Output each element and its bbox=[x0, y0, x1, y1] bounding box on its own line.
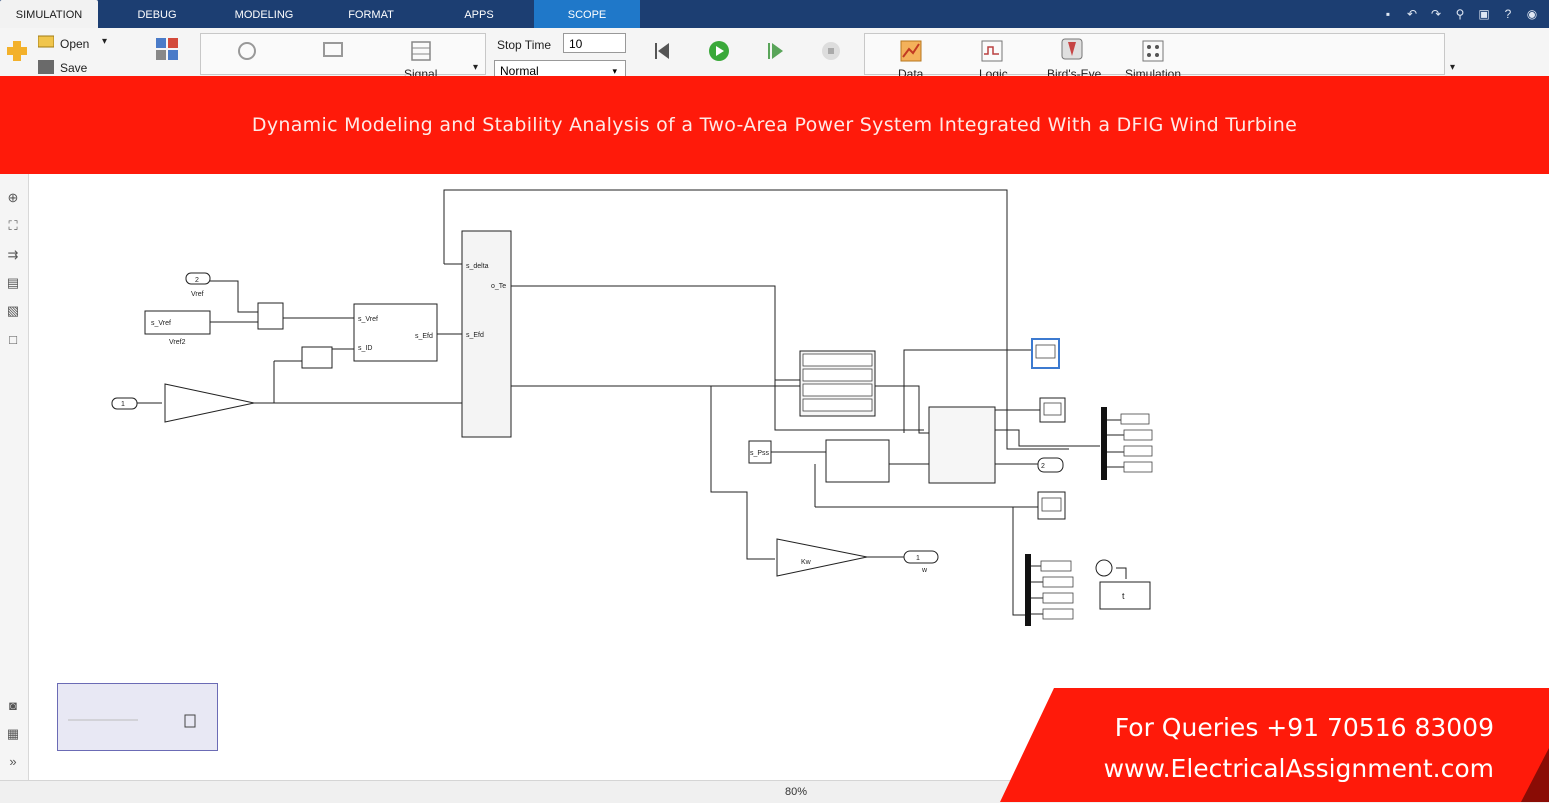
canvas-palette: ⊕ ⛶ ⇉ ▤ ▧ □ ◙ ▦ » bbox=[0, 174, 29, 782]
save-disk-icon[interactable] bbox=[38, 60, 54, 74]
step-back-icon[interactable] bbox=[653, 40, 675, 62]
arrows-icon[interactable]: ⇉ bbox=[5, 247, 21, 263]
options-icon[interactable]: ◉ bbox=[1523, 6, 1541, 22]
toolstrip: Open ▾ Save Signal ▾ Stop Time 10 Normal… bbox=[0, 28, 1549, 77]
area-icon[interactable]: □ bbox=[5, 332, 21, 348]
logic-analyzer-icon[interactable] bbox=[981, 40, 1003, 62]
undo-icon[interactable]: ↶ bbox=[1403, 6, 1421, 22]
tab-scope[interactable]: SCOPE bbox=[534, 0, 640, 28]
exciter-port-id: s_ID bbox=[358, 345, 372, 352]
gallery-more-icon[interactable]: ▾ bbox=[1450, 62, 1455, 73]
image-icon[interactable]: ▧ bbox=[5, 303, 21, 319]
contact-banner: For Queries +91 70516 83009 www.Electric… bbox=[1000, 688, 1549, 802]
step-forward-icon[interactable] bbox=[766, 40, 788, 62]
fit-view-icon[interactable]: ⛶ bbox=[5, 218, 21, 234]
input-port-number: 1 bbox=[121, 401, 125, 408]
ribbon-tab-bar: SIMULATION DEBUG MODELING FORMAT APPS SC… bbox=[0, 0, 1549, 28]
vref-label: Vref bbox=[191, 291, 204, 298]
chevron-down-icon: ▾ bbox=[612, 66, 617, 76]
exciter-port-efd: s_Efd bbox=[415, 333, 433, 340]
save-icon[interactable]: ▪ bbox=[1379, 6, 1397, 22]
vref-port-number: 2 bbox=[195, 277, 199, 284]
tab-apps[interactable]: APPS bbox=[448, 0, 510, 28]
exciter-port-vref: s_Vref bbox=[358, 316, 378, 323]
tab-format[interactable]: FORMAT bbox=[335, 0, 407, 28]
signal-table-icon[interactable] bbox=[410, 40, 432, 62]
open-folder-icon[interactable] bbox=[38, 34, 54, 48]
data-inspector-icon[interactable] bbox=[900, 40, 922, 62]
stop-time-input[interactable]: 10 bbox=[563, 33, 626, 53]
save-button[interactable]: Save bbox=[60, 61, 87, 75]
birds-eye-scope-icon[interactable] bbox=[1061, 38, 1083, 60]
expand-icon[interactable]: » bbox=[5, 754, 21, 770]
output-port-number: 1 bbox=[916, 555, 920, 562]
simulation-manager-icon[interactable] bbox=[1142, 40, 1164, 62]
help-icon[interactable]: ? bbox=[1499, 6, 1517, 22]
machine-port-efd: s_Efd bbox=[466, 332, 484, 339]
gain-label: Kw bbox=[801, 559, 812, 566]
layout-icon[interactable]: ▣ bbox=[1475, 6, 1493, 22]
open-dropdown-icon[interactable]: ▾ bbox=[102, 36, 107, 47]
model-overview-thumbnail[interactable] bbox=[57, 683, 218, 751]
mux-bar-1 bbox=[1101, 407, 1107, 480]
vref2-block-label: s_Vref bbox=[151, 320, 171, 327]
overview-preview bbox=[68, 714, 196, 728]
annotation-icon[interactable]: ▤ bbox=[5, 275, 21, 291]
redo-icon[interactable]: ↷ bbox=[1427, 6, 1445, 22]
banner-title: Dynamic Modeling and Stability Analysis … bbox=[251, 114, 1298, 136]
search-icon[interactable]: ⚲ bbox=[1451, 6, 1469, 22]
open-button[interactable]: Open bbox=[60, 37, 89, 51]
tab-modeling[interactable]: MODELING bbox=[218, 0, 310, 28]
contact-phone: For Queries +91 70516 83009 bbox=[1114, 713, 1494, 742]
machine-port-delta: s_delta bbox=[466, 263, 489, 270]
contact-website[interactable]: www.ElectricalAssignment.com bbox=[1104, 754, 1494, 783]
machine-port-te: o_Te bbox=[491, 283, 506, 290]
run-icon[interactable] bbox=[708, 40, 730, 62]
tab-debug[interactable]: DEBUG bbox=[118, 0, 196, 28]
port2-number: 2 bbox=[1041, 463, 1045, 470]
zoom-icon[interactable]: ⊕ bbox=[5, 190, 21, 206]
output-port-label: w bbox=[921, 567, 928, 574]
title-banner: Dynamic Modeling and Stability Analysis … bbox=[0, 76, 1549, 174]
viewer-icon[interactable] bbox=[322, 40, 344, 62]
contact-banner-shape bbox=[1000, 688, 1549, 802]
property-inspector-icon[interactable]: ▦ bbox=[5, 726, 21, 742]
quick-access-toolbar: ▪ ↶ ↷ ⚲ ▣ ? ◉ bbox=[1379, 4, 1541, 24]
library-browser-icon[interactable] bbox=[156, 38, 178, 60]
mux-bar-2 bbox=[1025, 554, 1031, 626]
camera-icon[interactable]: ◙ bbox=[5, 698, 21, 714]
stop-icon[interactable] bbox=[820, 40, 842, 62]
zoom-level: 80% bbox=[785, 786, 808, 798]
stop-time-label: Stop Time bbox=[497, 38, 552, 52]
pss-label: s_Pss bbox=[750, 450, 770, 457]
tab-simulation[interactable]: SIMULATION bbox=[0, 0, 98, 28]
log-signals-icon[interactable] bbox=[236, 40, 258, 62]
prepare-more-icon[interactable]: ▾ bbox=[473, 62, 478, 73]
simulation-mode-select[interactable]: Normal ▾ bbox=[494, 60, 626, 76]
vref2-label: Vref2 bbox=[169, 339, 186, 346]
new-icon[interactable] bbox=[6, 40, 28, 62]
